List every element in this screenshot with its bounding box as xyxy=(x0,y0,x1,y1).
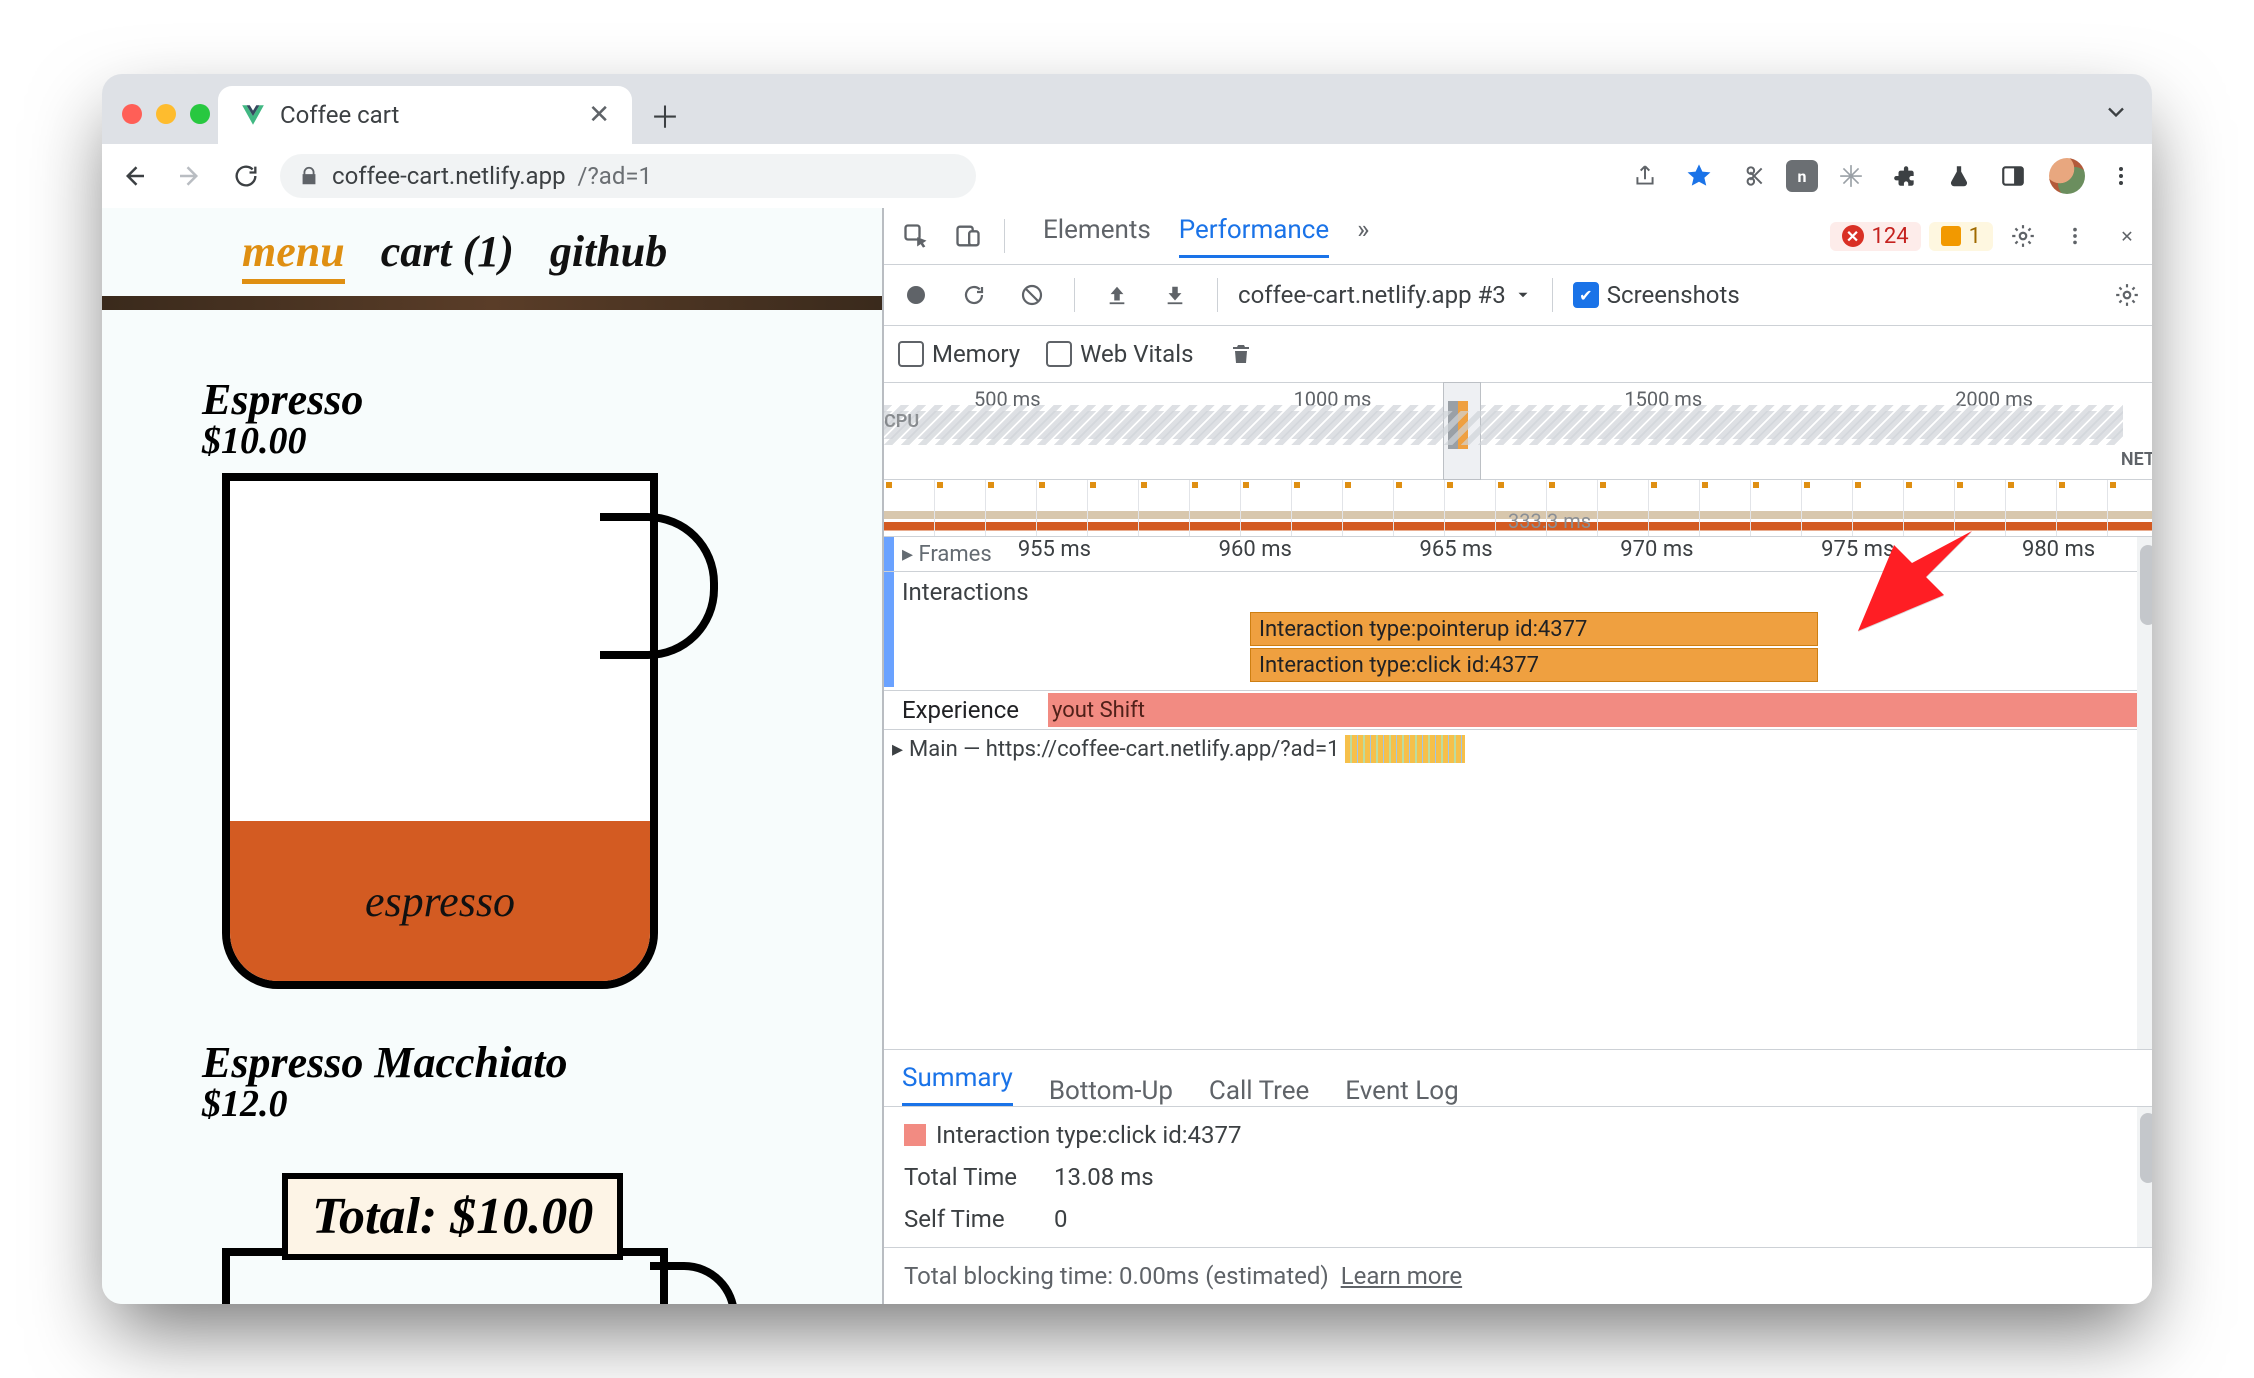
back-icon[interactable] xyxy=(112,154,156,198)
product-price: $10.00 xyxy=(202,419,882,463)
screenshots-checkbox[interactable]: ✔Screenshots xyxy=(1573,281,1740,309)
cup-fill-label: espresso xyxy=(230,821,650,981)
labs-flask-icon[interactable] xyxy=(1938,155,1980,197)
summary-swatch-icon xyxy=(904,1124,926,1146)
flamechart[interactable]: ▸ Frames 333.3 ms 955 ms 960 ms 965 ms 9… xyxy=(884,537,2152,1049)
load-profile-icon[interactable] xyxy=(1095,273,1139,317)
error-count-badge[interactable]: ✕124 xyxy=(1830,222,1921,251)
toolbar-actions: n xyxy=(1624,155,2142,197)
new-tab-button[interactable]: ＋ xyxy=(642,92,688,138)
summary-panel: Interaction type:click id:4377 Total Tim… xyxy=(884,1107,2152,1247)
tab-elements[interactable]: Elements xyxy=(1043,215,1151,258)
interactions-track-2[interactable]: Interaction type:click id:4377 xyxy=(884,648,2152,684)
url-host: coffee-cart.netlify.app xyxy=(332,162,566,190)
product2-name: Espresso Macchiato xyxy=(202,1037,882,1088)
product-macchiato[interactable]: Espresso Macchiato $12.0 xyxy=(202,1037,882,1126)
bookmark-star-icon[interactable] xyxy=(1678,155,1720,197)
devtools-header: Elements Performance » ✕124 1 ✕ xyxy=(884,208,2152,265)
tab-performance[interactable]: Performance xyxy=(1179,215,1329,258)
summary-title: Interaction type:click id:4377 xyxy=(936,1121,1242,1149)
chrome-menu-icon[interactable] xyxy=(2100,155,2142,197)
forward-icon xyxy=(168,154,212,198)
window-controls xyxy=(122,104,210,124)
perf-toolbar: coffee-cart.netlify.app #3 ✔Screenshots xyxy=(884,265,2152,326)
devtools-close-icon[interactable]: ✕ xyxy=(2105,214,2149,258)
inspect-icon[interactable] xyxy=(894,214,938,258)
devtools-settings-icon[interactable] xyxy=(2001,214,2045,258)
learn-more-link[interactable]: Learn more xyxy=(1341,1262,1462,1290)
overview-net-label: NET xyxy=(2121,449,2152,470)
snowflake-icon[interactable] xyxy=(1830,155,1872,197)
overview-cpu-label: CPU xyxy=(884,411,2123,445)
webvitals-checkbox[interactable]: Web Vitals xyxy=(1046,340,1193,368)
interaction-bar-pointerup[interactable]: Interaction type:pointerup id:4377 xyxy=(1250,612,1818,646)
page-viewport: menu cart (1) github Espresso $10.00 esp… xyxy=(102,208,884,1304)
close-window-icon[interactable] xyxy=(122,104,142,124)
coffee-beans-strip xyxy=(102,296,882,310)
site-nav: menu cart (1) github xyxy=(102,208,882,284)
tab-overflow-icon[interactable] xyxy=(2102,98,2130,126)
browser-window: Coffee cart ✕ ＋ coffee-cart.netlify.app /… xyxy=(102,74,2152,1304)
lock-icon xyxy=(298,165,320,187)
devtools-tabs: Elements Performance » xyxy=(1043,215,1369,258)
omnibox[interactable]: coffee-cart.netlify.app /?ad=1 xyxy=(280,154,976,198)
device-toggle-icon[interactable] xyxy=(946,214,990,258)
recording-selector[interactable]: coffee-cart.netlify.app #3 xyxy=(1238,281,1532,309)
perf-settings-icon[interactable] xyxy=(2105,273,2149,317)
flame-scrollbar[interactable] xyxy=(2137,537,2152,1049)
record-icon[interactable] xyxy=(894,273,938,317)
address-bar: coffee-cart.netlify.app /?ad=1 n xyxy=(102,144,2152,209)
extension-n-icon[interactable]: n xyxy=(1786,160,1818,192)
share-icon[interactable] xyxy=(1624,155,1666,197)
sidepanel-icon[interactable] xyxy=(1992,155,2034,197)
details-tabs: Summary Bottom-Up Call Tree Event Log xyxy=(884,1049,2152,1107)
cart-total[interactable]: Total: $10.00 xyxy=(282,1173,623,1260)
clear-icon[interactable] xyxy=(1010,273,1054,317)
tab-close-icon[interactable]: ✕ xyxy=(588,100,610,130)
main-tasks-icon xyxy=(1345,735,1465,763)
memory-checkbox[interactable]: Memory xyxy=(898,340,1020,368)
gc-trash-icon[interactable] xyxy=(1219,332,1263,376)
interaction-bar-click[interactable]: Interaction type:click id:4377 xyxy=(1250,648,1818,682)
main-thread-row[interactable]: ▸ Main — https://coffee-cart.netlify.app… xyxy=(884,729,2152,768)
experience-track[interactable]: Experience yout Shift xyxy=(884,690,2152,729)
layout-shift-bar[interactable]: yout Shift xyxy=(1052,698,1145,723)
cup-graphic: espresso xyxy=(202,473,702,993)
reload-icon[interactable] xyxy=(224,154,268,198)
tab-calltree[interactable]: Call Tree xyxy=(1209,1076,1309,1106)
content-split: menu cart (1) github Espresso $10.00 esp… xyxy=(102,208,2152,1304)
product-espresso[interactable]: Espresso $10.00 espresso xyxy=(202,374,882,993)
tab-summary[interactable]: Summary xyxy=(902,1063,1013,1106)
tab-strip: Coffee cart ✕ ＋ xyxy=(102,74,2152,144)
summary-scrollbar[interactable] xyxy=(2137,1107,2152,1247)
issues-count-badge[interactable]: 1 xyxy=(1929,222,1993,251)
perf-footer: Total blocking time: 0.00ms (estimated) … xyxy=(884,1247,2152,1304)
profile-avatar[interactable] xyxy=(2046,155,2088,197)
tab-eventlog[interactable]: Event Log xyxy=(1345,1076,1458,1106)
tab-bottomup[interactable]: Bottom-Up xyxy=(1049,1076,1173,1106)
product2-price: $12.0 xyxy=(202,1082,882,1126)
perf-toolbar-2: Memory Web Vitals xyxy=(884,326,2152,383)
minimize-window-icon[interactable] xyxy=(156,104,176,124)
tab-title: Coffee cart xyxy=(280,101,399,129)
timeline-overview[interactable]: 500 ms 1000 ms 1500 ms 2000 ms CPU NET xyxy=(884,383,2152,480)
browser-tab[interactable]: Coffee cart ✕ xyxy=(218,86,632,144)
devtools-kebab-icon[interactable] xyxy=(2053,214,2097,258)
nav-github[interactable]: github xyxy=(550,226,667,284)
extensions-puzzle-icon[interactable] xyxy=(1884,155,1926,197)
annotation-arrow-icon xyxy=(1854,527,1974,637)
scissors-icon[interactable] xyxy=(1732,155,1774,197)
nav-cart[interactable]: cart (1) xyxy=(381,226,514,284)
tab-more[interactable]: » xyxy=(1357,215,1369,258)
url-path: /?ad=1 xyxy=(578,162,653,190)
reload-record-icon[interactable] xyxy=(952,273,996,317)
devtools-panel: Elements Performance » ✕124 1 ✕ xyxy=(884,208,2152,1304)
nav-menu[interactable]: menu xyxy=(242,226,345,284)
save-profile-icon[interactable] xyxy=(1153,273,1197,317)
vue-favicon-icon xyxy=(240,102,266,128)
product-name: Espresso xyxy=(202,374,882,425)
fullscreen-window-icon[interactable] xyxy=(190,104,210,124)
